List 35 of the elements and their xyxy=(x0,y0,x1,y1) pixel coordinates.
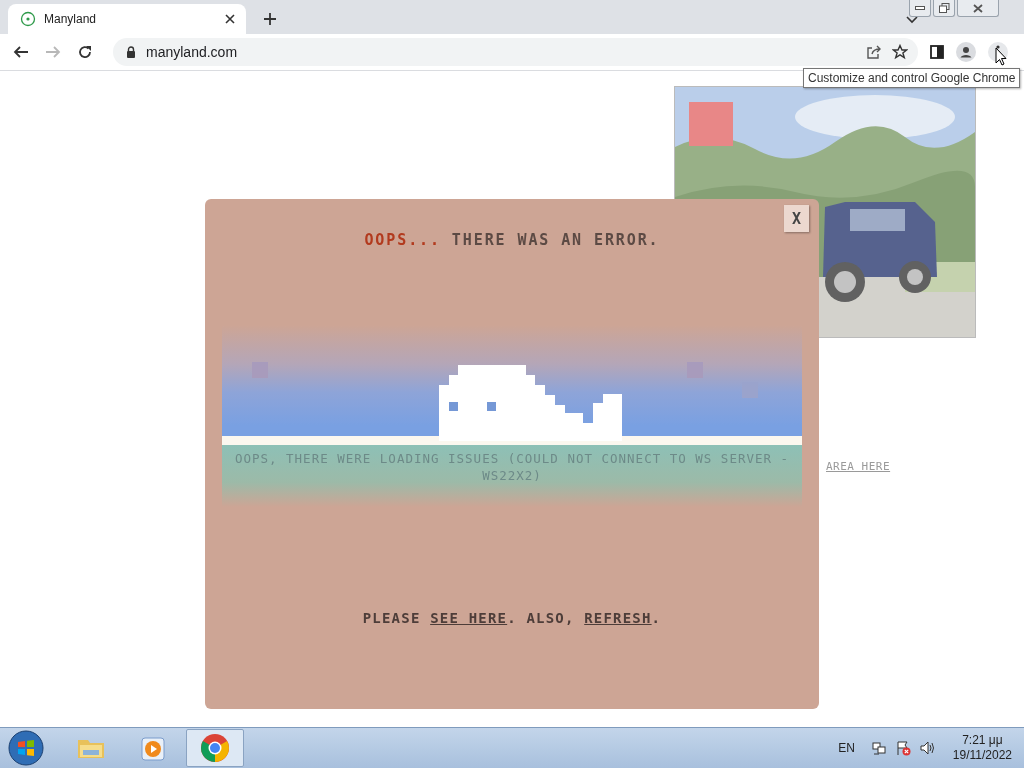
minimize-button[interactable] xyxy=(909,0,931,17)
network-icon[interactable] xyxy=(870,740,887,756)
chevron-down-icon[interactable] xyxy=(906,16,918,24)
start-button[interactable] xyxy=(8,730,44,766)
close-icon[interactable] xyxy=(224,13,236,25)
clock[interactable]: 7:21 μμ 19/11/2022 xyxy=(952,733,1012,763)
tab-title: Manyland xyxy=(44,12,98,26)
profile-icon[interactable] xyxy=(956,42,976,62)
minimize-icon xyxy=(915,6,925,10)
restore-button[interactable] xyxy=(933,0,955,17)
taskbar-button[interactable] xyxy=(186,729,244,767)
star-icon[interactable] xyxy=(892,44,908,60)
restore-icon xyxy=(938,3,950,13)
site-icon xyxy=(20,11,36,27)
link[interactable]: REFRESH xyxy=(584,610,652,626)
flag-warning-icon[interactable] xyxy=(894,740,911,756)
cursor-icon xyxy=(995,47,1007,66)
dialog-footer: PLEASE SEE HERE. ALSO, REFRESH. xyxy=(362,610,662,626)
reload-icon[interactable] xyxy=(77,44,93,60)
address-bar[interactable]: manyland.com xyxy=(113,38,918,66)
tooltip: Customize and control Google Chrome xyxy=(803,68,1021,88)
chrome-icon xyxy=(199,732,231,764)
new-tab-icon[interactable] xyxy=(263,12,277,26)
close-button[interactable] xyxy=(957,0,999,17)
close-icon xyxy=(973,3,983,13)
link[interactable]: SEE HERE xyxy=(430,610,508,626)
close-button[interactable]: X xyxy=(784,205,809,232)
side-panel-icon[interactable] xyxy=(930,45,944,59)
dialog-title: OOPS... THERE WAS AN ERROR. xyxy=(364,231,660,249)
speaker-icon[interactable] xyxy=(918,740,935,756)
share-icon[interactable] xyxy=(866,44,882,60)
lock-icon xyxy=(126,46,136,58)
browser-tab[interactable]: Manyland xyxy=(8,4,246,34)
back-arrow-icon[interactable] xyxy=(13,44,29,60)
language-indicator[interactable]: EN xyxy=(838,741,855,755)
